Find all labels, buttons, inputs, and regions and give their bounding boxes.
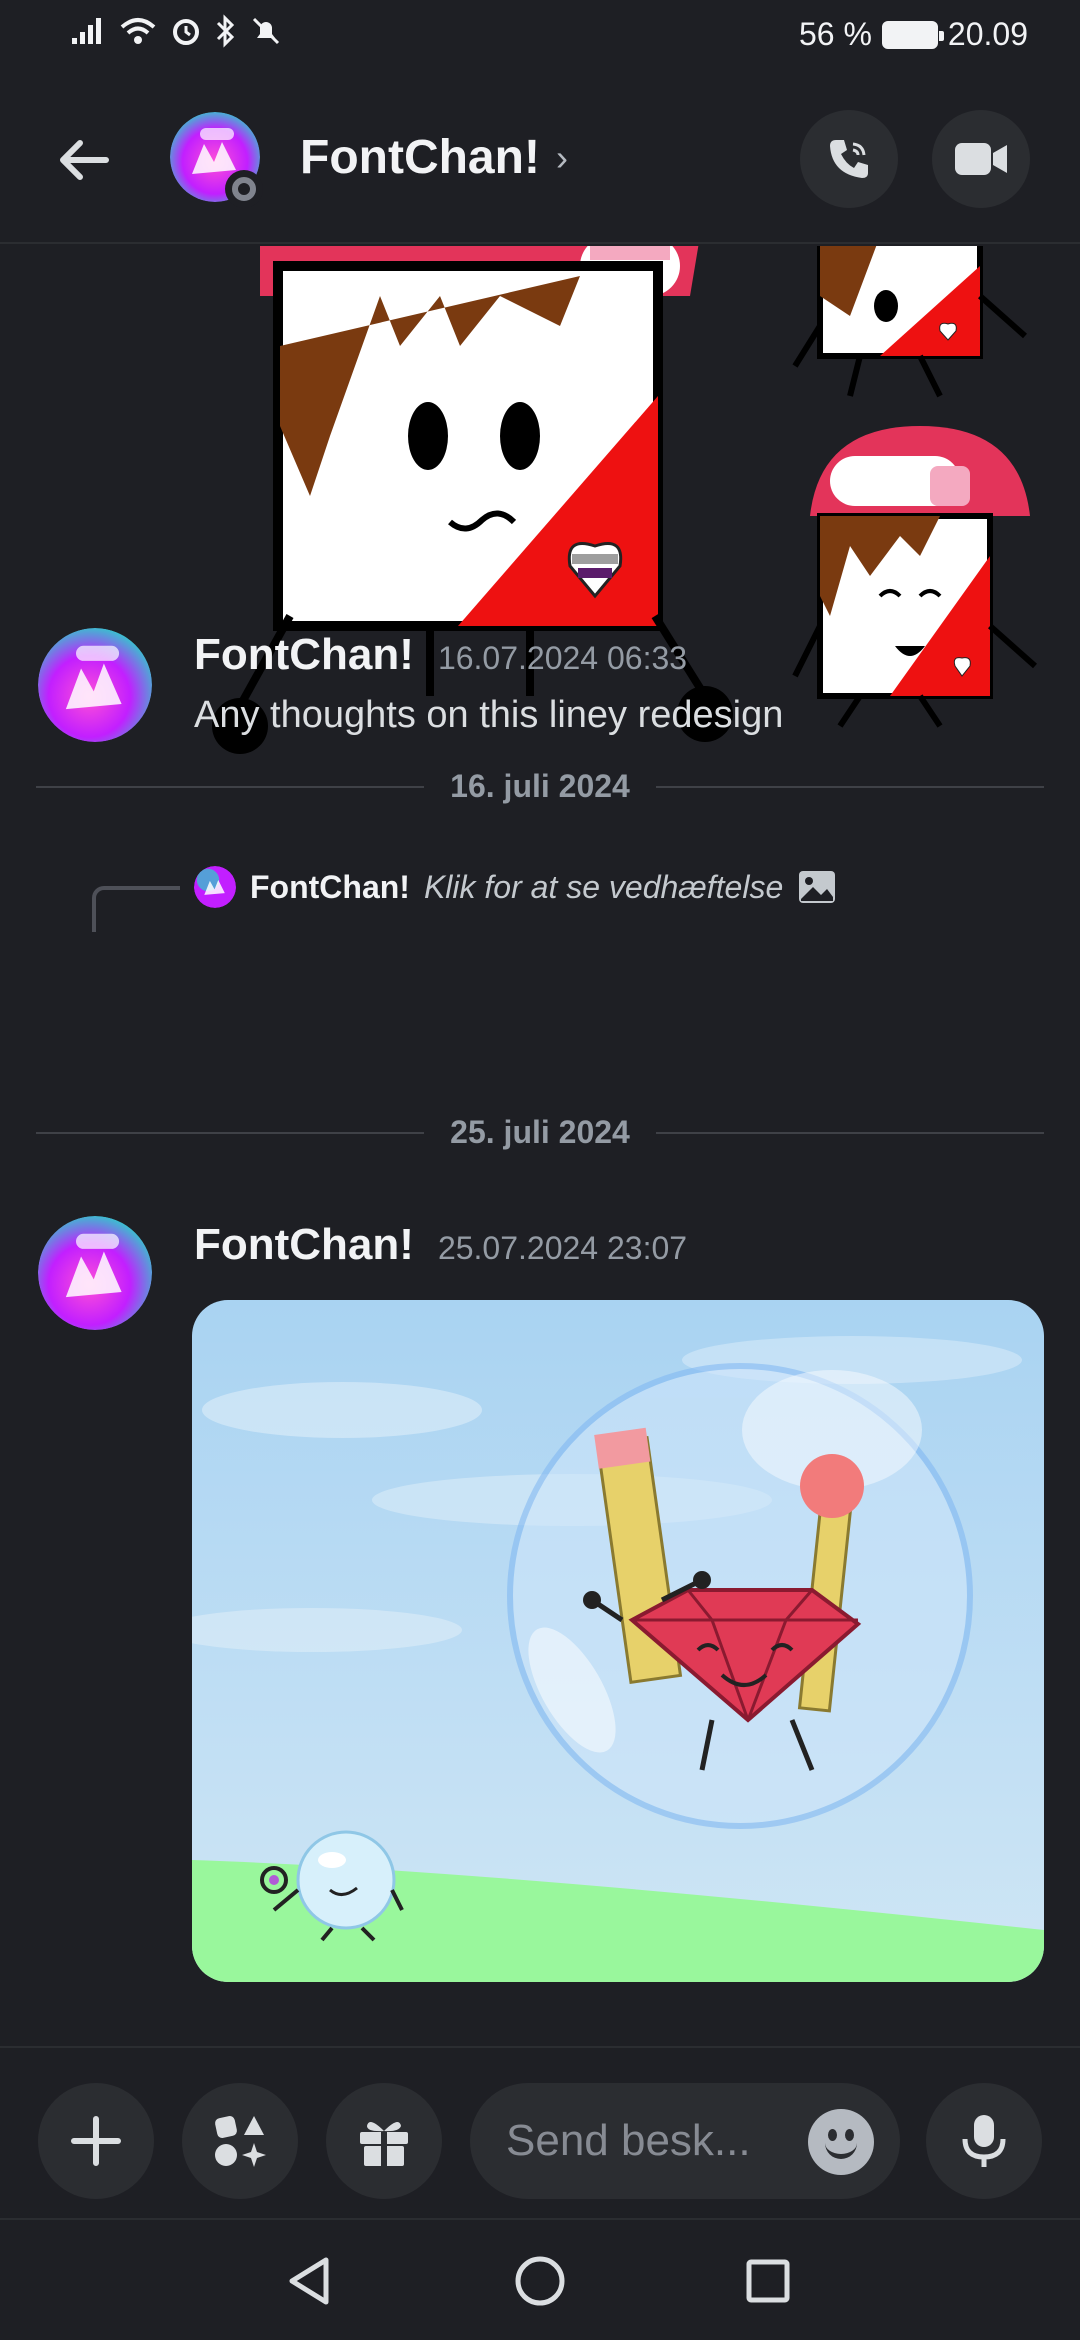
- message-header: FontChan! 25.07.2024 23:07: [194, 1220, 687, 1270]
- reply-connector: [92, 886, 180, 932]
- gift-icon: [360, 2122, 408, 2166]
- gift-button[interactable]: [326, 2083, 442, 2199]
- channel-name: FontChan!: [300, 131, 540, 184]
- message-list[interactable]: 16. juli 2024 FontChan! Klik for at se v…: [0, 246, 1080, 2046]
- character-sticker-image[interactable]: [200, 246, 760, 956]
- avatar: [194, 866, 236, 908]
- back-button[interactable]: [46, 122, 122, 198]
- message-input[interactable]: [506, 2116, 796, 2166]
- message-composer: [0, 2046, 1080, 2216]
- clock: 20.09: [947, 16, 1028, 52]
- message-input-wrapper: [470, 2083, 900, 2199]
- reply-author: FontChan!: [250, 868, 410, 905]
- system-navigation-bar: [0, 2218, 1080, 2340]
- message-timestamp: 25.07.2024 23:07: [437, 1230, 688, 1266]
- date-divider-label: 16. juli 2024: [450, 768, 630, 804]
- nav-back-button[interactable]: [274, 2246, 344, 2316]
- triangle-back-icon: [289, 2257, 329, 2305]
- avatar[interactable]: [38, 1216, 152, 1330]
- voice-message-button[interactable]: [926, 2083, 1042, 2199]
- channel-title[interactable]: FontChan! ›: [300, 130, 568, 185]
- square-recents-icon: [746, 2259, 790, 2303]
- message-text: Any thoughts on this liney redesign: [194, 694, 784, 736]
- nav-home-button[interactable]: [505, 2246, 575, 2316]
- image-attachment[interactable]: [192, 1300, 1044, 1982]
- avatar[interactable]: [38, 628, 152, 742]
- voice-call-button[interactable]: [800, 110, 898, 208]
- status-indicator: [225, 170, 263, 208]
- add-attachment-button[interactable]: [38, 2083, 154, 2199]
- chevron-right-icon: ›: [555, 136, 568, 178]
- alarm-icon: [173, 19, 199, 45]
- status-icons: [70, 14, 282, 48]
- video-call-button[interactable]: [932, 110, 1030, 208]
- status-right: 56 % 20.09: [799, 16, 1028, 53]
- chat-header: FontChan! ›: [0, 72, 1080, 244]
- apps-button[interactable]: [182, 2083, 298, 2199]
- signal-icon: [72, 18, 101, 44]
- phone-icon: [830, 140, 868, 178]
- message-header: FontChan! 16.07.2024 06:33: [194, 630, 687, 680]
- arrow-left-icon: [60, 140, 109, 180]
- mute-bell-icon: [252, 17, 280, 45]
- status-bar: 56 % 20.09: [0, 0, 1080, 72]
- battery-icon: [881, 20, 944, 49]
- apps-icon: [215, 2116, 266, 2167]
- date-divider-label: 25. juli 2024: [450, 1114, 630, 1150]
- circle-home-icon: [515, 2256, 565, 2306]
- microphone-icon: [962, 2115, 1006, 2167]
- wifi-icon: [120, 18, 156, 44]
- message-author[interactable]: FontChan!: [194, 630, 414, 680]
- reply-reference[interactable]: FontChan! Klik for at se vedhæftelse: [194, 866, 837, 908]
- video-camera-icon: [955, 143, 1007, 175]
- reply-text: Klik for at se vedhæftelse: [423, 868, 784, 905]
- battery-percent: 56 %: [798, 16, 872, 52]
- date-divider: 25. juli 2024: [36, 1114, 1045, 1151]
- image-icon: [799, 871, 836, 903]
- character-sticker-image[interactable]: [790, 246, 1050, 406]
- message-author[interactable]: FontChan!: [194, 1220, 414, 1270]
- plus-icon: [71, 2116, 121, 2166]
- nav-recents-button[interactable]: [733, 2246, 803, 2316]
- bluetooth-icon: [216, 14, 235, 48]
- emoji-icon[interactable]: [808, 2109, 874, 2175]
- date-divider: 16. juli 2024: [36, 768, 1045, 805]
- message-timestamp: 16.07.2024 06:33: [437, 640, 688, 676]
